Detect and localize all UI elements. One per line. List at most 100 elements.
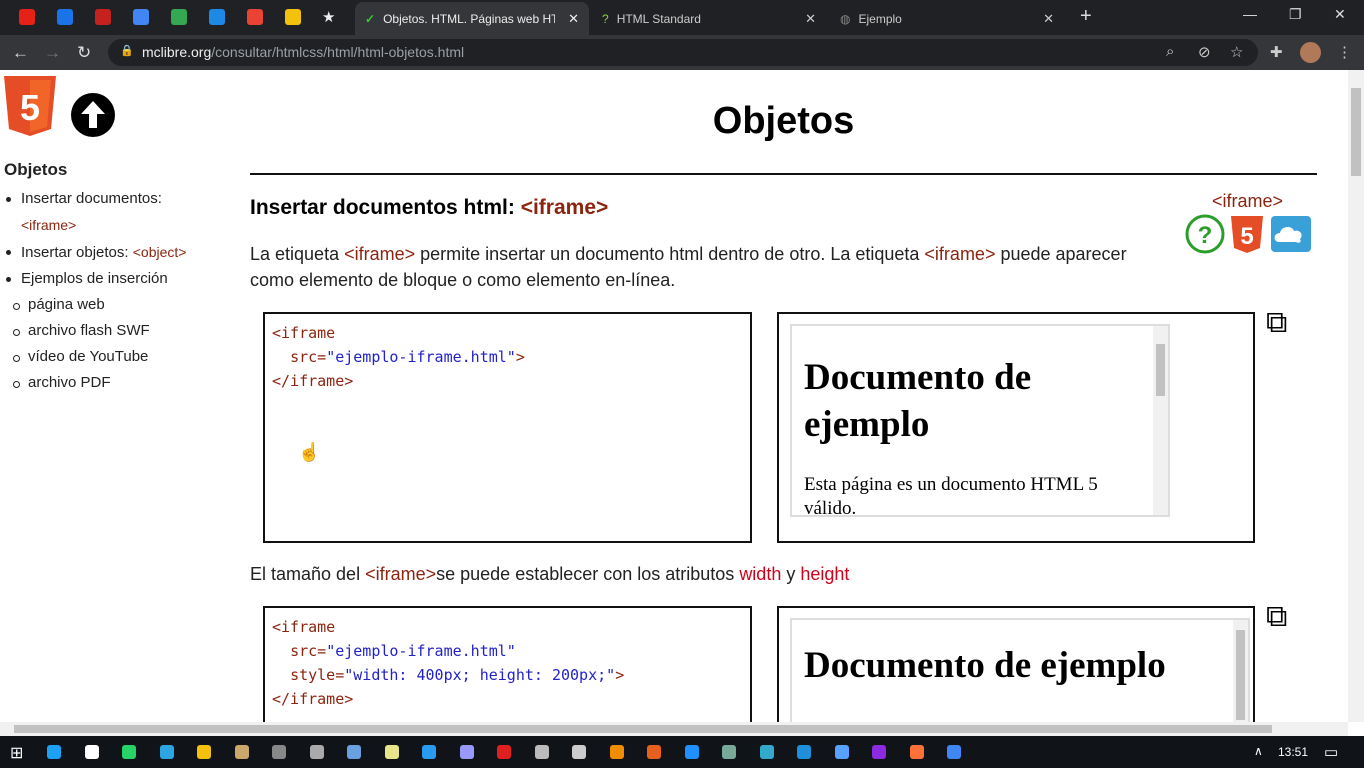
- cursor-hand-icon: ☝: [298, 442, 321, 462]
- taskbar-app-icon[interactable]: [684, 745, 699, 759]
- sidebar-item-object[interactable]: Insertar objetos: <object>: [4, 239, 186, 266]
- extensions-icon[interactable]: ✚: [1270, 43, 1283, 61]
- sidebar-subitem[interactable]: archivo PDF: [4, 370, 186, 396]
- tab-title: Objetos. HTML. Páginas web HTML: [383, 11, 556, 26]
- taskbar-app-icon[interactable]: [909, 745, 924, 759]
- zoom-icon[interactable]: ⌕: [1166, 43, 1174, 60]
- sidebar-subitem[interactable]: archivo flash SWF: [4, 318, 186, 344]
- sidebar-item-ejemplos[interactable]: Ejemplos de inserción: [4, 266, 186, 292]
- taskbar-app-icon[interactable]: [272, 745, 286, 759]
- taskbar-app-icon[interactable]: [159, 745, 174, 759]
- iframe-content[interactable]: Documento de ejemplo: [790, 618, 1250, 722]
- external-link-icon[interactable]: ⧉: [1266, 306, 1287, 340]
- taskbar-app-icon[interactable]: [759, 745, 774, 759]
- close-tab-icon[interactable]: ✕: [568, 11, 579, 27]
- taskbar-app-icon[interactable]: [647, 745, 661, 759]
- taskbar-app-icon[interactable]: [947, 745, 961, 759]
- sidebar-subitem[interactable]: página web: [4, 292, 186, 318]
- tab-ejemplo[interactable]: ◍ Ejemplo ✕: [830, 2, 1064, 35]
- html5-logo-icon[interactable]: 5: [4, 76, 56, 136]
- tab-objetos[interactable]: ✓ Objetos. HTML. Páginas web HTML ✕: [355, 2, 589, 35]
- taskbar-app-icon[interactable]: [422, 745, 436, 759]
- arrow-up-icon[interactable]: [70, 92, 116, 138]
- taskbar-app-icon[interactable]: [872, 745, 886, 759]
- taskbar-app-icon[interactable]: [459, 745, 474, 759]
- mclibre-favicon-icon: ✓: [365, 11, 376, 26]
- taskbar-app-icon[interactable]: [834, 745, 849, 759]
- bookmark-favicon-icon[interactable]: [247, 9, 263, 25]
- taskbar-app-icon[interactable]: [234, 745, 249, 759]
- badge-icons: ? 5: [1185, 214, 1311, 254]
- taskbar-app-icon[interactable]: [84, 745, 99, 759]
- taskbar-app-icon[interactable]: [572, 745, 586, 759]
- close-window-button[interactable]: ✕: [1334, 6, 1346, 23]
- tab-title: Ejemplo: [858, 11, 902, 26]
- paragraph-size: El tamaño del <iframe>se puede establece…: [250, 564, 850, 584]
- taskbar-app-icon[interactable]: [47, 745, 61, 759]
- sidebar-title: Objetos: [4, 160, 68, 179]
- taskbar-app-icon[interactable]: [347, 745, 361, 759]
- taskbar-app-icon[interactable]: [797, 745, 811, 759]
- bookmark-star-icon[interactable]: ☆: [1230, 43, 1243, 61]
- iframe-scrollbar[interactable]: [1233, 620, 1248, 722]
- taskbar-app-icon[interactable]: [384, 745, 399, 759]
- bookmark-favicon-icon[interactable]: [57, 9, 73, 25]
- taskbar-app-icon[interactable]: [609, 745, 624, 759]
- iframe-preview-2: Documento de ejemplo: [777, 606, 1255, 722]
- tab-html-standard[interactable]: ? HTML Standard ✕: [592, 2, 826, 35]
- close-tab-icon[interactable]: ✕: [1043, 11, 1054, 27]
- url-input[interactable]: 🔒 mclibre.org/consultar/htmlcss/html/html…: [108, 39, 1258, 66]
- restore-button[interactable]: ❐: [1289, 6, 1302, 23]
- reload-icon[interactable]: ↻: [77, 43, 91, 63]
- badge-tag: <iframe>: [1212, 191, 1284, 211]
- bookmark-favicon-icon[interactable]: [209, 9, 225, 25]
- taskbar-app-icon[interactable]: [122, 745, 136, 759]
- address-bar: ← → ↻ 🔒 mclibre.org/consultar/htmlcss/htm…: [0, 35, 1364, 70]
- svg-text:?: ?: [1198, 222, 1213, 249]
- bookmark-favicon-icon[interactable]: [95, 9, 111, 25]
- taskbar-app-icon[interactable]: [534, 745, 549, 759]
- bookmark-favicon-icon[interactable]: [133, 9, 149, 25]
- bookmark-favicon-icon[interactable]: [19, 9, 35, 25]
- tray-chevron-icon[interactable]: ∧: [1254, 744, 1263, 758]
- avatar[interactable]: [1300, 42, 1321, 63]
- bookmark-favicon-icon[interactable]: [285, 9, 301, 25]
- windows-start-icon[interactable]: ⊞: [10, 743, 23, 763]
- bookmark-favicon-icon[interactable]: [171, 9, 187, 25]
- paragraph-intro: La etiqueta <iframe> permite insertar un…: [250, 244, 1127, 290]
- bookmarks-star-icon[interactable]: ★: [322, 8, 335, 26]
- tab-bar: ★ ✓ Objetos. HTML. Páginas web HTML ✕ ? HTM…: [0, 0, 1364, 35]
- close-tab-icon[interactable]: ✕: [805, 11, 816, 27]
- horizontal-scrollbar[interactable]: [0, 722, 1348, 736]
- notifications-icon[interactable]: ▭: [1324, 743, 1338, 761]
- taskbar-app-icon[interactable]: [497, 745, 511, 759]
- clock[interactable]: 13:51: [1278, 745, 1308, 759]
- tab-title: HTML Standard: [616, 11, 701, 26]
- vertical-scrollbar[interactable]: [1348, 70, 1364, 722]
- new-tab-button[interactable]: +: [1080, 5, 1092, 28]
- sidebar-item-iframe[interactable]: Insertar documentos: <iframe>: [4, 186, 186, 239]
- menu-icon[interactable]: ⋮: [1337, 43, 1352, 61]
- eye-off-icon[interactable]: ⊘: [1198, 43, 1211, 61]
- code-example-2: <iframe src="ejemplo-iframe.html" style=…: [263, 606, 752, 722]
- web-page: 5 Objetos Insertar documentos: <iframe> I…: [0, 70, 1348, 722]
- iframe-scrollbar[interactable]: [1153, 326, 1168, 515]
- globe-icon: ◍: [840, 11, 851, 26]
- iframe-content[interactable]: Documento de ejemplo Esta página es un d…: [790, 324, 1170, 517]
- help-icon: ?: [1185, 214, 1225, 254]
- svg-text:5: 5: [1240, 223, 1253, 250]
- taskbar-app-icon[interactable]: [197, 745, 211, 759]
- cloud-icon: [1271, 216, 1311, 252]
- taskbar-app-icon[interactable]: [309, 745, 324, 759]
- code-example-1: <iframe src="ejemplo-iframe.html"> </ifr…: [263, 312, 752, 543]
- taskbar-app-icon[interactable]: [722, 745, 736, 759]
- html5-icon: 5: [1231, 216, 1263, 253]
- svg-text:5: 5: [20, 87, 40, 128]
- sidebar-subitem[interactable]: vídeo de YouTube: [4, 344, 186, 370]
- sidebar: Objetos Insertar documentos: <iframe> Ins…: [4, 160, 186, 396]
- minimize-button[interactable]: —: [1243, 6, 1257, 22]
- back-icon[interactable]: ←: [12, 43, 29, 63]
- external-link-icon[interactable]: ⧉: [1266, 600, 1287, 634]
- forward-icon[interactable]: →: [44, 43, 61, 63]
- section-heading: Insertar documentos html: <iframe>: [250, 196, 609, 219]
